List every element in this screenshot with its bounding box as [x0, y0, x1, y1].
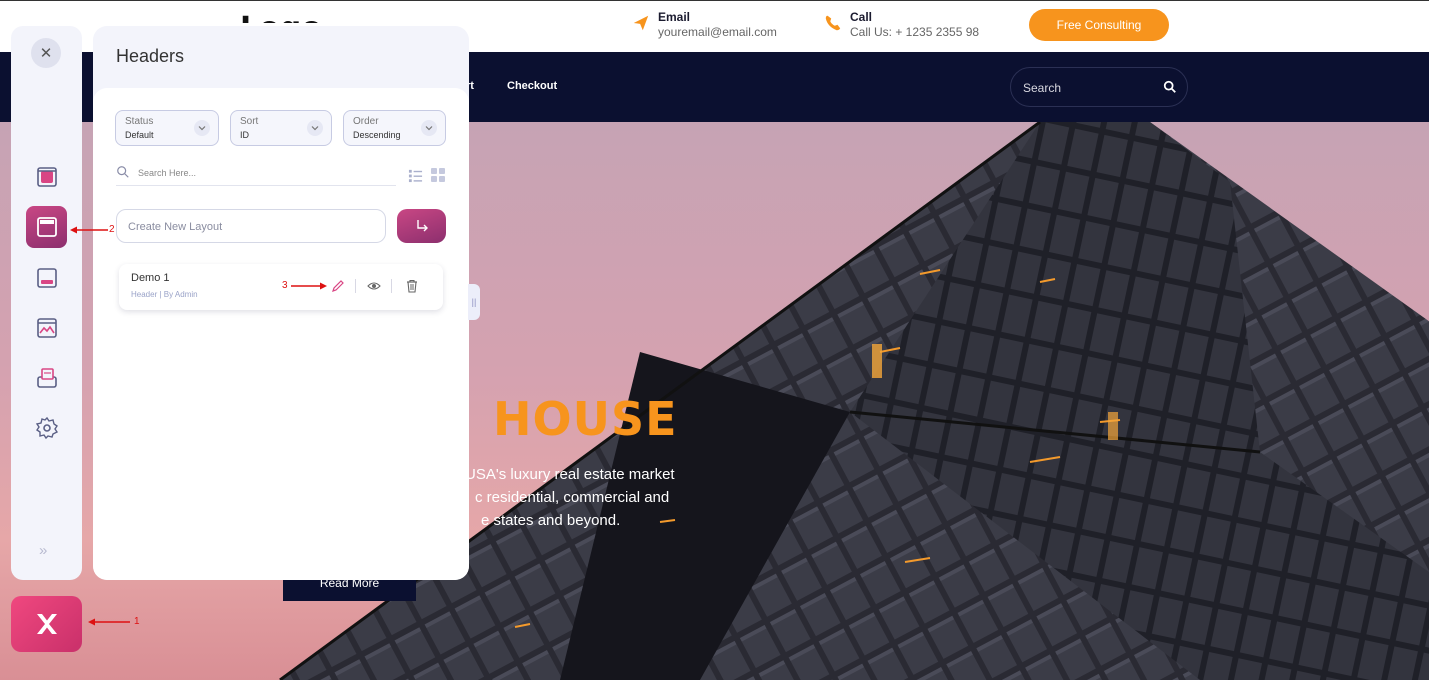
arrow-left-icon [88, 618, 130, 625]
x-logo-icon [36, 614, 57, 634]
filter-label: Order [353, 116, 379, 127]
search-icon[interactable] [1163, 80, 1177, 94]
settings-icon [35, 416, 59, 440]
site-logo[interactable]: Logo [240, 9, 322, 23]
annotation-number: 2 [109, 224, 115, 235]
layout-author: By Admin [163, 290, 198, 299]
action-divider [355, 279, 356, 293]
sidebar-item-settings[interactable] [27, 408, 67, 448]
edit-pencil-icon[interactable] [331, 279, 345, 293]
headers-panel: Headers Status Default Sort ID Order Des… [93, 26, 469, 580]
search-icon [117, 166, 129, 178]
sidebar-item-templates[interactable] [27, 358, 67, 398]
filter-label: Sort [240, 116, 259, 127]
filter-value: ID [240, 130, 249, 140]
free-consulting-button[interactable]: Free Consulting [1029, 9, 1169, 41]
email-contact: Email youremail@email.com [632, 10, 777, 39]
sidebar-item-gallery[interactable] [27, 308, 67, 348]
annotation-step-1: 1 [88, 616, 140, 627]
annotation-step-2: 2 [70, 224, 115, 235]
header-icon [36, 217, 57, 237]
call-value[interactable]: Call Us: + 1235 2355 98 [850, 25, 979, 39]
builder-sidebar: ✕ » [11, 26, 82, 580]
grid-view-icon[interactable] [431, 168, 445, 182]
action-divider [391, 279, 392, 293]
arrow-right-icon [290, 282, 327, 289]
email-value[interactable]: youremail@email.com [658, 25, 777, 39]
order-filter[interactable]: Order Descending [343, 110, 446, 146]
hero-text-line-2: c residential, commercial and [475, 489, 670, 506]
gallery-icon [37, 318, 57, 338]
call-contact: Call Call Us: + 1235 2355 98 [824, 10, 979, 39]
chevron-down-icon [194, 120, 210, 136]
layout-card-demo-1: Demo 1 Header | By Admin [119, 264, 443, 310]
hero-text-line-3: e states and beyond. [481, 512, 621, 529]
layout-search-input[interactable]: Search Here... [116, 164, 396, 186]
annotation-step-3: 3 [282, 280, 327, 291]
nav-item-checkout[interactable]: Checkout [507, 80, 557, 92]
panel-resize-handle[interactable]: || [468, 284, 480, 320]
arrow-left-icon [70, 226, 108, 233]
enter-arrow-icon [416, 220, 428, 232]
hero-title: HOUSE [493, 392, 678, 446]
new-layout-placeholder: Create New Layout [128, 221, 223, 233]
status-filter[interactable]: Status Default [115, 110, 219, 146]
sidebar-item-footers[interactable] [27, 258, 67, 298]
layout-meta: Header | By Admin [131, 290, 198, 299]
chevron-down-icon [421, 120, 437, 136]
filter-label: Status [125, 116, 154, 127]
footer-icon [37, 268, 57, 288]
site-search-input[interactable]: Search [1010, 67, 1188, 107]
phone-icon [825, 15, 841, 31]
search-placeholder: Search Here... [138, 168, 197, 178]
filter-value: Descending [353, 130, 401, 140]
sidebar-item-headers[interactable] [26, 206, 67, 248]
filter-value: Default [125, 130, 154, 140]
template-icon [37, 368, 57, 388]
eye-icon[interactable] [367, 279, 381, 293]
site-search-placeholder: Search [1023, 81, 1062, 95]
chevron-down-icon [307, 120, 323, 136]
hero-text-line-1: USA's luxury real estate market [465, 466, 675, 483]
sidebar-item-layouts[interactable] [27, 157, 67, 197]
email-label: Email [658, 10, 691, 24]
close-sidebar-button[interactable]: ✕ [31, 38, 61, 68]
annotation-number: 3 [282, 280, 288, 291]
sort-filter[interactable]: Sort ID [230, 110, 332, 146]
annotation-number: 1 [134, 616, 140, 627]
layout-icon [37, 167, 57, 187]
paper-plane-icon [633, 15, 649, 31]
layout-type: Header [131, 290, 158, 299]
panel-body: Status Default Sort ID Order Descending … [93, 88, 469, 580]
create-layout-button[interactable] [397, 209, 446, 243]
close-icon: ✕ [39, 45, 53, 62]
trash-icon[interactable] [405, 279, 419, 293]
list-view-icon[interactable] [408, 168, 423, 183]
call-label: Call [850, 10, 873, 24]
new-layout-input[interactable]: Create New Layout [116, 209, 386, 243]
layout-name: Demo 1 [131, 272, 170, 284]
expand-sidebar-icon[interactable]: » [39, 542, 47, 559]
builder-launcher-button[interactable] [11, 596, 82, 652]
panel-title: Headers [116, 46, 185, 66]
